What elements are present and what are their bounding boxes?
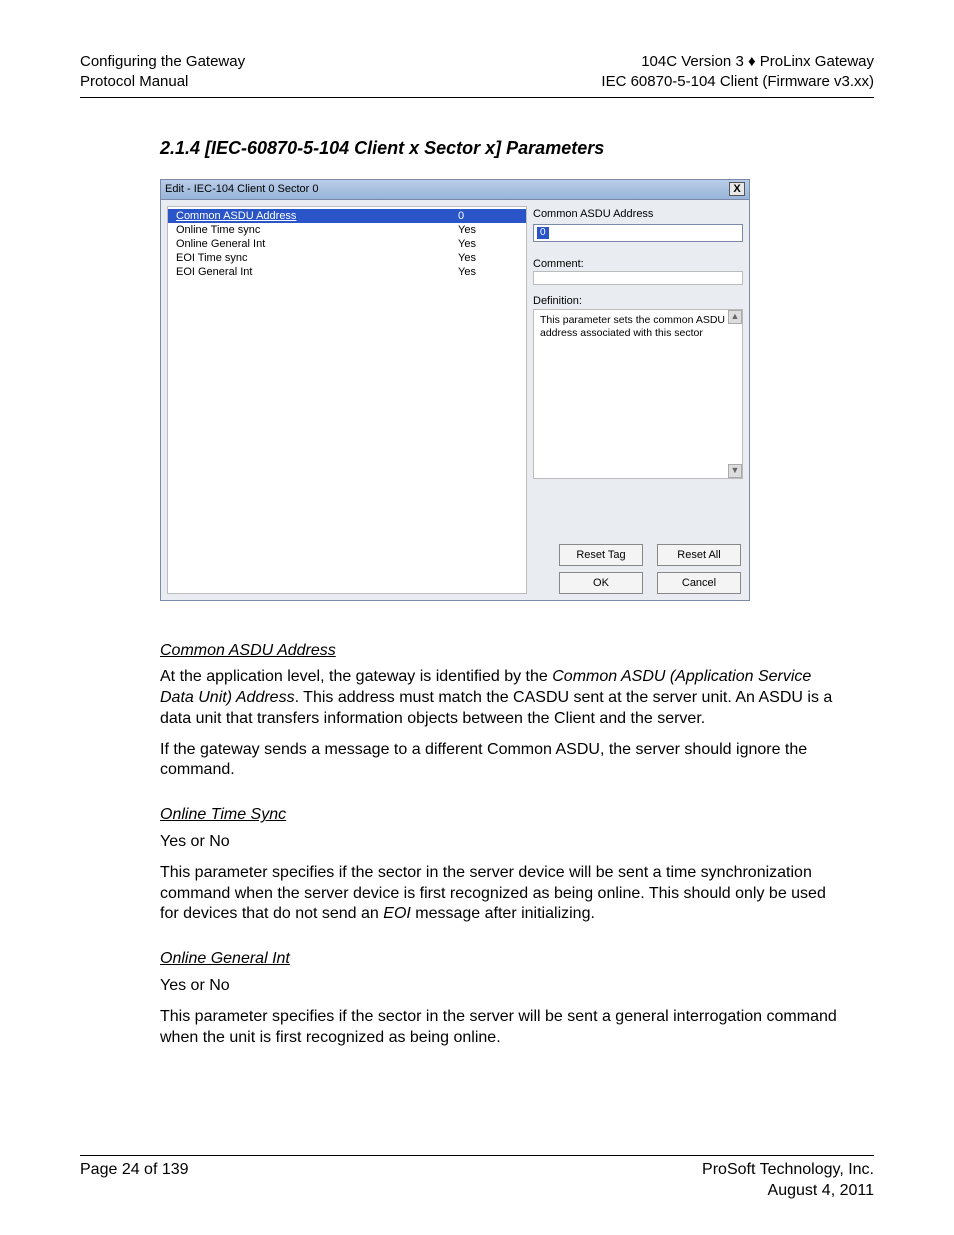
param-value: Yes	[458, 238, 518, 250]
heading-common-asdu: Common ASDU Address	[160, 641, 840, 662]
param-list[interactable]: Common ASDU Address 0 Online Time sync Y…	[167, 206, 527, 594]
page-header: Configuring the Gateway Protocol Manual …	[80, 52, 874, 93]
cancel-button[interactable]: Cancel	[657, 572, 741, 594]
footer-left: Page 24 of 139	[80, 1160, 189, 1202]
footer-right-line1: ProSoft Technology, Inc.	[702, 1160, 874, 1181]
param-name: Online Time sync	[176, 224, 458, 236]
param-name: EOI Time sync	[176, 252, 458, 264]
param-row-online-time-sync[interactable]: Online Time sync Yes	[168, 223, 526, 237]
header-left-line1: Configuring the Gateway	[80, 52, 245, 72]
comment-input[interactable]	[533, 271, 743, 285]
header-right-line2: IEC 60870-5-104 Client (Firmware v3.xx)	[601, 72, 874, 92]
paragraph: This parameter specifies if the sector i…	[160, 863, 840, 925]
param-row-eoi-general-int[interactable]: EOI General Int Yes	[168, 265, 526, 279]
paragraph: Yes or No	[160, 832, 840, 853]
section-title: 2.1.4 [IEC-60870-5-104 Client x Sector x…	[160, 138, 874, 159]
field-value-input[interactable]: 0	[533, 224, 743, 242]
paragraph: If the gateway sends a message to a diff…	[160, 740, 840, 782]
edit-dialog: Edit - IEC-104 Client 0 Sector 0 X Commo…	[160, 179, 750, 601]
comment-label: Comment:	[533, 258, 743, 270]
param-name: Online General Int	[176, 238, 458, 250]
text-run-italic: EOI	[383, 905, 411, 922]
scroll-down-icon[interactable]: ▼	[728, 464, 742, 478]
param-name: Common ASDU Address	[176, 210, 458, 222]
param-value: 0	[458, 210, 518, 222]
param-value: Yes	[458, 252, 518, 264]
heading-online-time-sync: Online Time Sync	[160, 805, 840, 826]
definition-box: This parameter sets the common ASDU addr…	[533, 309, 743, 479]
body-text: Common ASDU Address At the application l…	[160, 641, 840, 1049]
reset-tag-button[interactable]: Reset Tag	[559, 544, 643, 566]
definition-text: This parameter sets the common ASDU addr…	[540, 314, 725, 340]
dialog-title-text: Edit - IEC-104 Client 0 Sector 0	[165, 183, 729, 195]
scroll-up-icon[interactable]: ▲	[728, 310, 742, 324]
param-row-common-asdu-address[interactable]: Common ASDU Address 0	[168, 209, 526, 223]
paragraph: Yes or No	[160, 976, 840, 997]
field-value-text: 0	[537, 227, 549, 239]
header-rule	[80, 97, 874, 98]
param-row-online-general-int[interactable]: Online General Int Yes	[168, 237, 526, 251]
header-left-line2: Protocol Manual	[80, 72, 245, 92]
reset-all-button[interactable]: Reset All	[657, 544, 741, 566]
header-right-line1: 104C Version 3 ♦ ProLinx Gateway	[601, 52, 874, 72]
param-value: Yes	[458, 224, 518, 236]
page-footer: Page 24 of 139 ProSoft Technology, Inc. …	[80, 1160, 874, 1202]
paragraph: This parameter specifies if the sector i…	[160, 1007, 840, 1049]
param-value: Yes	[458, 266, 518, 278]
field-label: Common ASDU Address	[533, 208, 743, 220]
param-name: EOI General Int	[176, 266, 458, 278]
paragraph: At the application level, the gateway is…	[160, 667, 840, 729]
ok-button[interactable]: OK	[559, 572, 643, 594]
footer-rule	[80, 1155, 874, 1156]
text-run: message after initializing.	[411, 905, 595, 922]
definition-label: Definition:	[533, 295, 743, 307]
param-row-eoi-time-sync[interactable]: EOI Time sync Yes	[168, 251, 526, 265]
text-run: At the application level, the gateway is…	[160, 668, 552, 685]
heading-online-general-int: Online General Int	[160, 949, 840, 970]
dialog-titlebar: Edit - IEC-104 Client 0 Sector 0 X	[161, 180, 749, 200]
close-icon[interactable]: X	[729, 182, 745, 196]
footer-right-line2: August 4, 2011	[702, 1181, 874, 1202]
